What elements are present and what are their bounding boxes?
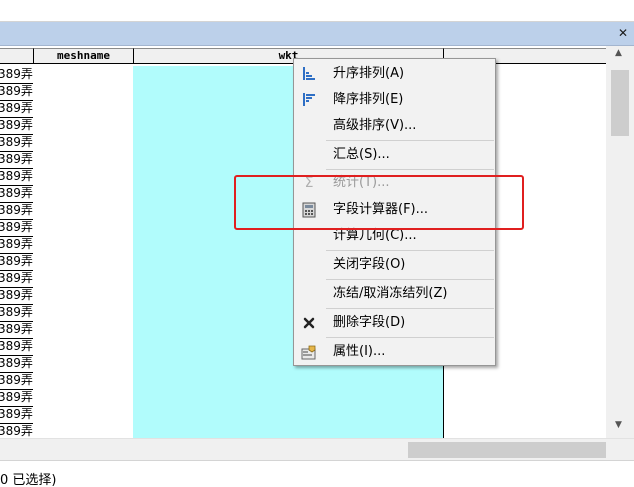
menu-separator	[326, 140, 494, 141]
table-cell-meshname[interactable]	[33, 372, 134, 390]
scroll-up-arrow-icon[interactable]: ▲	[615, 48, 622, 58]
scrollbar-corner	[606, 439, 634, 461]
table-cell-meshname[interactable]	[33, 202, 134, 220]
menu-item-turn-off-field[interactable]: 关闭字段(O)	[294, 252, 495, 278]
table-cell-previous[interactable]: 389弄	[0, 338, 34, 356]
table-cell-previous[interactable]: 389弄	[0, 168, 34, 186]
table-window-titlebar: ✕	[0, 22, 634, 46]
table-row[interactable]: 389弄	[0, 423, 606, 438]
table-cell-meshname[interactable]	[33, 355, 134, 373]
table-cell-previous[interactable]: 389弄	[0, 117, 34, 135]
table-cell-previous[interactable]: 389弄	[0, 236, 34, 254]
selection-status-text: 0 已选择)	[0, 473, 57, 487]
table-cell-meshname[interactable]	[33, 151, 134, 169]
table-cell-meshname[interactable]	[33, 389, 134, 407]
table-cell-previous[interactable]: 389弄	[0, 270, 34, 288]
table-cell-previous[interactable]: 389弄	[0, 321, 34, 339]
table-cell-meshname[interactable]	[33, 270, 134, 288]
menu-separator	[326, 337, 494, 338]
vertical-scroll-thumb[interactable]	[611, 70, 629, 136]
vertical-scrollbar[interactable]: ▲ ▼	[606, 46, 634, 438]
top-toolbar	[0, 0, 634, 22]
table-cell-meshname[interactable]	[33, 134, 134, 152]
menu-item-summarize[interactable]: 汇总(S)...	[294, 142, 495, 168]
properties-icon	[301, 345, 316, 360]
table-cell-previous[interactable]: 389弄	[0, 66, 34, 84]
horizontal-scrollbar[interactable]	[0, 438, 634, 461]
table-cell-previous[interactable]: 389弄	[0, 253, 34, 271]
table-cell-wkt[interactable]	[133, 372, 444, 390]
menu-item-sort-descending[interactable]: 降序排列(E)	[294, 87, 495, 113]
table-cell-meshname[interactable]	[33, 253, 134, 271]
table-cell-previous[interactable]: 389弄	[0, 83, 34, 101]
table-cell-wkt[interactable]	[133, 406, 444, 424]
table-cell-previous[interactable]: 389弄	[0, 151, 34, 169]
table-cell-previous[interactable]: 389弄	[0, 134, 34, 152]
table-cell-meshname[interactable]	[33, 236, 134, 254]
table-cell-meshname[interactable]	[33, 321, 134, 339]
table-cell-wkt[interactable]	[133, 423, 444, 438]
sort-descending-icon	[303, 93, 315, 106]
table-cell-previous[interactable]: 389弄	[0, 372, 34, 390]
table-cell-previous[interactable]: 389弄	[0, 287, 34, 305]
table-cell-meshname[interactable]	[33, 338, 134, 356]
menu-item-sort-ascending[interactable]: 升序排列(A)	[294, 61, 495, 87]
table-cell-previous[interactable]: 389弄	[0, 202, 34, 220]
menu-item-properties[interactable]: 属性(I)...	[294, 339, 495, 365]
scroll-down-arrow-icon[interactable]: ▼	[615, 420, 622, 430]
menu-separator	[326, 279, 494, 280]
table-cell-meshname[interactable]	[33, 100, 134, 118]
table-cell-meshname[interactable]	[33, 66, 134, 84]
menu-item-advanced-sort[interactable]: 高级排序(V)...	[294, 113, 495, 139]
column-header-meshname[interactable]: meshname	[33, 48, 134, 64]
table-cell-meshname[interactable]	[33, 287, 134, 305]
sort-ascending-icon	[303, 67, 315, 80]
menu-item-freeze-column[interactable]: 冻结/取消冻结列(Z)	[294, 281, 495, 307]
table-cell-previous[interactable]: 389弄	[0, 304, 34, 322]
table-cell-meshname[interactable]	[33, 219, 134, 237]
table-cell-meshname[interactable]	[33, 406, 134, 424]
column-header-previous[interactable]	[0, 48, 34, 64]
table-cell-meshname[interactable]	[33, 168, 134, 186]
menu-item-delete-field[interactable]: 删除字段(D)	[294, 310, 495, 336]
red-highlight-annotation	[234, 175, 524, 230]
table-cell-previous[interactable]: 389弄	[0, 185, 34, 203]
table-cell-previous[interactable]: 389弄	[0, 423, 34, 438]
horizontal-scroll-thumb[interactable]	[408, 442, 606, 458]
table-row[interactable]: 389弄	[0, 406, 606, 424]
menu-separator	[326, 250, 494, 251]
table-cell-meshname[interactable]	[33, 185, 134, 203]
table-cell-previous[interactable]: 389弄	[0, 389, 34, 407]
table-cell-previous[interactable]: 389弄	[0, 219, 34, 237]
delete-x-icon	[303, 317, 315, 329]
menu-separator	[326, 308, 494, 309]
table-cell-wkt[interactable]	[133, 389, 444, 407]
close-icon[interactable]: ✕	[616, 26, 630, 40]
table-cell-meshname[interactable]	[33, 423, 134, 438]
table-row[interactable]: 389弄	[0, 389, 606, 407]
table-cell-meshname[interactable]	[33, 304, 134, 322]
table-cell-meshname[interactable]	[33, 117, 134, 135]
table-cell-previous[interactable]: 389弄	[0, 406, 34, 424]
table-row[interactable]: 389弄	[0, 372, 606, 390]
table-cell-previous[interactable]: 389弄	[0, 100, 34, 118]
table-cell-previous[interactable]: 389弄	[0, 355, 34, 373]
table-cell-meshname[interactable]	[33, 83, 134, 101]
status-bar: 0 已选择)	[0, 460, 634, 487]
